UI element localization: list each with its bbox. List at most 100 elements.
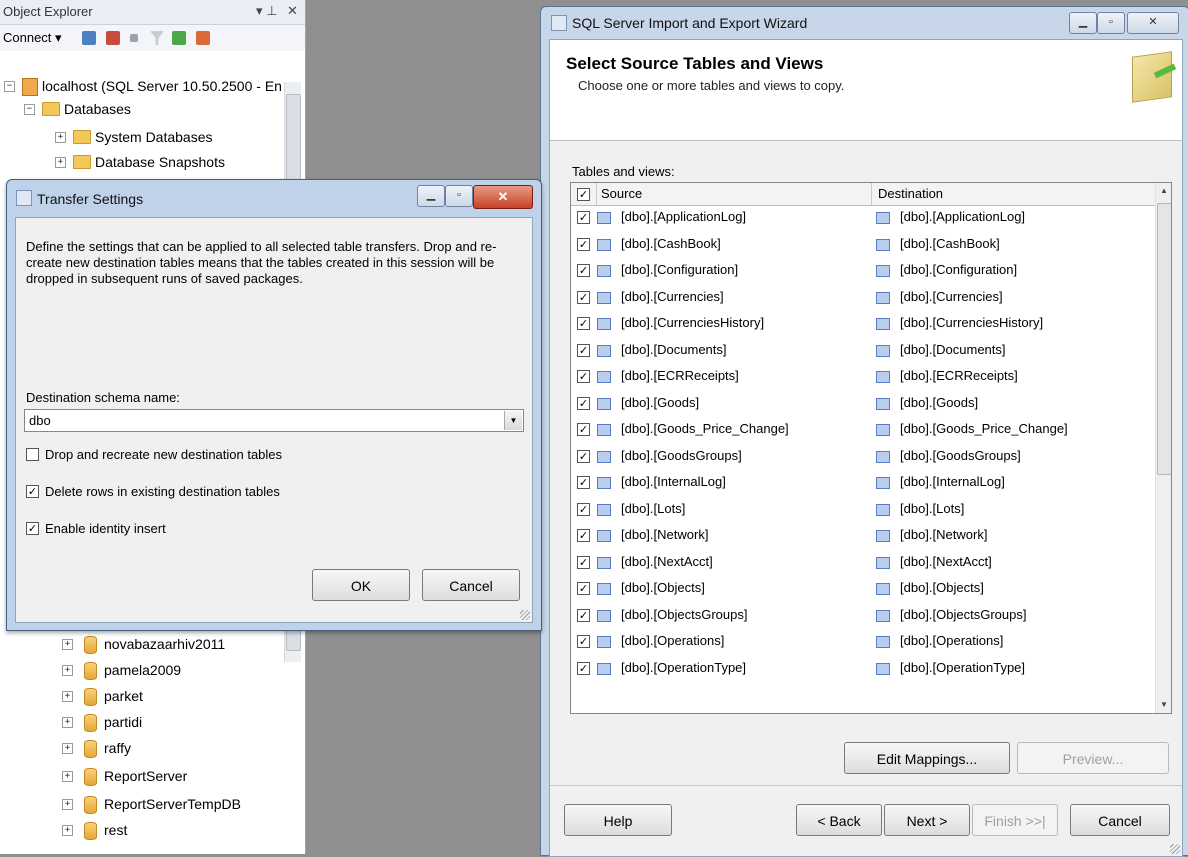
resize-grip-icon[interactable]: [520, 610, 530, 620]
row-checkbox[interactable]: ✓: [577, 608, 590, 622]
row-checkbox[interactable]: ✓: [577, 529, 590, 542]
chevron-down-icon[interactable]: ▼: [504, 411, 522, 430]
expand-icon[interactable]: +: [62, 825, 73, 836]
expand-icon[interactable]: +: [55, 157, 66, 168]
table-row[interactable]: ✓ [dbo].[Documents] [dbo].[Documents]: [571, 338, 1155, 361]
destination-cell[interactable]: [dbo].[Network]: [900, 527, 987, 542]
expand-icon[interactable]: +: [62, 639, 73, 650]
source-cell[interactable]: [dbo].[CurrenciesHistory]: [621, 315, 764, 330]
table-row[interactable]: ✓ [dbo].[OperationType] [dbo].[OperationTy…: [571, 656, 1155, 679]
table-row[interactable]: ✓ [dbo].[Objects] [dbo].[Objects]: [571, 576, 1155, 599]
scrollbar-thumb[interactable]: [1157, 203, 1171, 475]
expand-icon[interactable]: +: [62, 799, 73, 810]
row-checkbox[interactable]: ✓: [577, 264, 590, 277]
pin-icon[interactable]: ▾ ⊥: [256, 3, 277, 19]
row-checkbox[interactable]: ✓: [577, 502, 590, 516]
table-row[interactable]: ✓ [dbo].[Lots] [dbo].[Lots]: [571, 497, 1155, 520]
source-cell[interactable]: [dbo].[Goods_Price_Change]: [621, 421, 789, 436]
source-cell[interactable]: [dbo].[OperationType]: [621, 660, 746, 675]
row-checkbox[interactable]: ✓: [577, 449, 590, 463]
row-checkbox[interactable]: ✓: [577, 317, 590, 330]
connect-icon[interactable]: [82, 31, 96, 45]
table-row[interactable]: ✓ [dbo].[Network] [dbo].[Network]: [571, 523, 1155, 546]
row-checkbox[interactable]: ✓: [577, 423, 590, 436]
table-row[interactable]: ✓ [dbo].[GoodsGroups] [dbo].[GoodsGroups]: [571, 444, 1155, 467]
stop-icon[interactable]: [130, 34, 138, 42]
expand-icon[interactable]: +: [62, 771, 73, 782]
minimize-button[interactable]: ▁: [417, 185, 445, 207]
source-cell[interactable]: [dbo].[InternalLog]: [621, 474, 726, 489]
maximize-button[interactable]: ▫: [445, 185, 473, 207]
destination-cell[interactable]: [dbo].[Lots]: [900, 501, 964, 516]
collapse-icon[interactable]: −: [24, 104, 35, 115]
destination-cell[interactable]: [dbo].[Configuration]: [900, 262, 1017, 277]
filter-icon[interactable]: [150, 31, 164, 45]
activity-monitor-icon[interactable]: [196, 31, 210, 45]
checkbox-box[interactable]: [26, 448, 39, 461]
destination-cell[interactable]: [dbo].[CashBook]: [900, 236, 1000, 251]
source-cell[interactable]: [dbo].[Currencies]: [621, 289, 724, 304]
destination-cell[interactable]: [dbo].[Documents]: [900, 342, 1006, 357]
cancel-button[interactable]: Cancel: [422, 569, 520, 601]
destination-cell[interactable]: [dbo].[ECRReceipts]: [900, 368, 1018, 383]
minimize-button[interactable]: ▁: [1069, 12, 1097, 34]
source-cell[interactable]: [dbo].[Network]: [621, 527, 708, 542]
expand-icon[interactable]: +: [62, 743, 73, 754]
disconnect-icon[interactable]: [106, 31, 120, 45]
source-cell[interactable]: [dbo].[ObjectsGroups]: [621, 607, 747, 622]
expand-icon[interactable]: +: [62, 691, 73, 702]
source-cell[interactable]: [dbo].[Goods]: [621, 395, 699, 410]
select-all-checkbox[interactable]: ✓: [577, 188, 590, 201]
back-button[interactable]: < Back: [796, 804, 882, 836]
row-checkbox[interactable]: ✓: [577, 370, 590, 383]
row-checkbox[interactable]: ✓: [577, 290, 590, 304]
table-row[interactable]: ✓ [dbo].[Goods_Price_Change] [dbo].[Goods_…: [571, 417, 1155, 440]
table-row[interactable]: ✓ [dbo].[InternalLog] [dbo].[InternalLog]: [571, 470, 1155, 493]
source-cell[interactable]: [dbo].[NextAcct]: [621, 554, 713, 569]
table-row[interactable]: ✓ [dbo].[NextAcct] [dbo].[NextAcct]: [571, 550, 1155, 573]
row-checkbox[interactable]: ✓: [577, 396, 590, 410]
destination-cell[interactable]: [dbo].[Currencies]: [900, 289, 1003, 304]
source-cell[interactable]: [dbo].[Configuration]: [621, 262, 738, 277]
destination-cell[interactable]: [dbo].[CurrenciesHistory]: [900, 315, 1043, 330]
column-header-source[interactable]: Source: [597, 183, 872, 205]
preview-button[interactable]: Preview...: [1017, 742, 1169, 774]
expand-icon[interactable]: +: [62, 665, 73, 676]
edit-mappings-button[interactable]: Edit Mappings...: [844, 742, 1010, 774]
table-row[interactable]: ✓ [dbo].[Configuration] [dbo].[Configurati…: [571, 258, 1155, 281]
refresh-icon[interactable]: [172, 31, 186, 45]
destination-cell[interactable]: [dbo].[NextAcct]: [900, 554, 992, 569]
table-row[interactable]: ✓ [dbo].[Goods] [dbo].[Goods]: [571, 391, 1155, 414]
grid-scrollbar[interactable]: ▲ ▼: [1155, 183, 1171, 713]
column-header-destination[interactable]: Destination: [872, 183, 1155, 205]
destination-cell[interactable]: [dbo].[ObjectsGroups]: [900, 607, 1026, 622]
source-cell[interactable]: [dbo].[Lots]: [621, 501, 685, 516]
destination-cell[interactable]: [dbo].[Operations]: [900, 633, 1003, 648]
source-cell[interactable]: [dbo].[GoodsGroups]: [621, 448, 742, 463]
checkbox-box[interactable]: ✓: [26, 485, 39, 498]
close-button[interactable]: ✕: [473, 185, 533, 209]
source-cell[interactable]: [dbo].[ECRReceipts]: [621, 368, 739, 383]
row-checkbox[interactable]: ✓: [577, 555, 590, 569]
destination-cell[interactable]: [dbo].[Objects]: [900, 580, 984, 595]
cancel-button[interactable]: Cancel: [1070, 804, 1170, 836]
expand-icon[interactable]: +: [62, 717, 73, 728]
connect-button[interactable]: Connect ▾: [3, 30, 62, 46]
table-row[interactable]: ✓ [dbo].[ObjectsGroups] [dbo].[ObjectsGrou…: [571, 603, 1155, 626]
close-button[interactable]: ✕: [1127, 12, 1179, 34]
row-checkbox[interactable]: ✓: [577, 635, 590, 648]
source-cell[interactable]: [dbo].[CashBook]: [621, 236, 721, 251]
schema-name-combobox[interactable]: dbo ▼: [24, 409, 524, 432]
destination-cell[interactable]: [dbo].[InternalLog]: [900, 474, 1005, 489]
source-cell[interactable]: [dbo].[Operations]: [621, 633, 724, 648]
destination-cell[interactable]: [dbo].[Goods]: [900, 395, 978, 410]
scroll-up-icon[interactable]: ▲: [1156, 183, 1171, 199]
next-button[interactable]: Next >: [884, 804, 970, 836]
source-cell[interactable]: [dbo].[Objects]: [621, 580, 705, 595]
row-checkbox[interactable]: ✓: [577, 582, 590, 595]
table-row[interactable]: ✓ [dbo].[ApplicationLog] [dbo].[Applicatio…: [571, 205, 1155, 228]
finish-button[interactable]: Finish >>|: [972, 804, 1058, 836]
help-button[interactable]: Help: [564, 804, 672, 836]
expand-icon[interactable]: +: [55, 132, 66, 143]
source-cell[interactable]: [dbo].[ApplicationLog]: [621, 209, 746, 224]
